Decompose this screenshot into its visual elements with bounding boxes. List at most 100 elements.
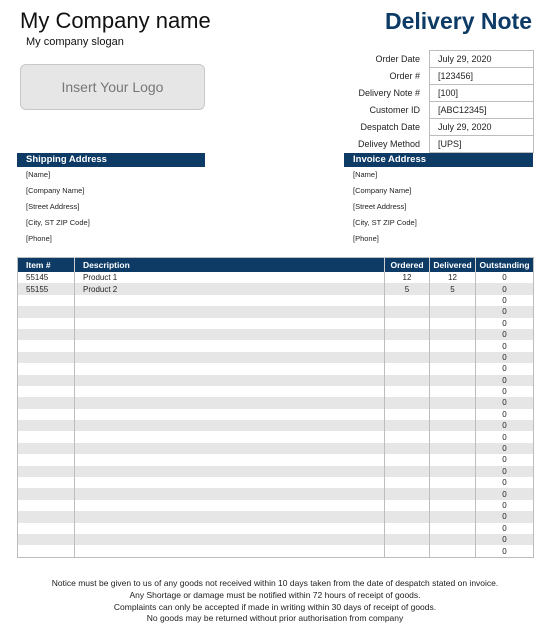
item-number-cell[interactable]: 55145 — [18, 272, 75, 283]
shipping-name[interactable]: [Name] — [17, 167, 205, 183]
delivered-cell[interactable] — [429, 442, 476, 455]
ordered-cell[interactable] — [384, 545, 430, 558]
description-cell[interactable] — [74, 340, 385, 352]
item-number-cell[interactable] — [18, 523, 75, 534]
description-cell[interactable]: Product 2 — [74, 283, 385, 295]
delivered-cell[interactable] — [429, 306, 476, 318]
outstanding-cell[interactable]: 0 — [475, 340, 534, 352]
outstanding-cell[interactable]: 0 — [475, 477, 534, 489]
outstanding-cell[interactable]: 0 — [475, 294, 534, 307]
delivered-cell[interactable] — [429, 499, 476, 512]
shipping-city-zip[interactable]: [City, ST ZIP Code] — [17, 215, 205, 231]
outstanding-cell[interactable]: 0 — [475, 511, 534, 523]
description-cell[interactable] — [74, 420, 385, 432]
description-cell[interactable] — [74, 477, 385, 489]
description-cell[interactable] — [74, 328, 385, 341]
delivered-cell[interactable] — [429, 374, 476, 386]
order-detail-value[interactable]: [123456] — [429, 67, 534, 85]
delivered-cell[interactable] — [429, 454, 476, 466]
invoice-street[interactable]: [Street Address] — [344, 199, 533, 215]
delivered-cell[interactable] — [429, 488, 476, 500]
item-number-cell[interactable] — [18, 409, 75, 420]
ordered-cell[interactable] — [384, 431, 430, 443]
description-cell[interactable] — [74, 351, 385, 364]
ordered-cell[interactable] — [384, 522, 430, 534]
description-cell[interactable] — [74, 499, 385, 512]
item-number-cell[interactable] — [17, 442, 75, 455]
description-cell[interactable] — [74, 465, 385, 478]
item-number-cell[interactable] — [18, 340, 75, 351]
description-cell[interactable] — [74, 545, 385, 558]
delivered-cell[interactable] — [429, 340, 476, 352]
ordered-cell[interactable] — [384, 420, 430, 432]
item-number-cell[interactable] — [18, 295, 75, 306]
outstanding-cell[interactable]: 0 — [475, 363, 534, 375]
outstanding-cell[interactable]: 0 — [475, 306, 534, 318]
outstanding-cell[interactable]: 0 — [475, 328, 534, 341]
ordered-cell[interactable]: 12 — [384, 272, 430, 284]
ordered-cell[interactable] — [384, 306, 430, 318]
item-number-cell[interactable] — [18, 363, 75, 374]
invoice-name[interactable]: [Name] — [344, 167, 533, 183]
description-cell[interactable] — [74, 511, 385, 523]
item-number-cell[interactable]: 55155 — [17, 283, 75, 295]
outstanding-cell[interactable]: 0 — [475, 351, 534, 364]
invoice-phone[interactable]: [Phone] — [344, 231, 533, 247]
ordered-cell[interactable] — [384, 442, 430, 455]
invoice-company[interactable]: [Company Name] — [344, 183, 533, 199]
description-cell[interactable] — [74, 408, 385, 421]
description-cell[interactable] — [74, 374, 385, 386]
description-cell[interactable] — [74, 306, 385, 318]
description-cell[interactable] — [74, 397, 385, 409]
item-number-cell[interactable] — [17, 488, 75, 500]
delivered-cell[interactable]: 12 — [429, 272, 476, 284]
outstanding-cell[interactable]: 0 — [475, 408, 534, 421]
ordered-cell[interactable] — [384, 397, 430, 409]
outstanding-cell[interactable]: 0 — [475, 431, 534, 443]
description-cell[interactable] — [74, 294, 385, 307]
delivered-cell[interactable] — [429, 385, 476, 398]
item-number-cell[interactable] — [17, 420, 75, 432]
description-cell[interactable] — [74, 442, 385, 455]
outstanding-cell[interactable]: 0 — [475, 488, 534, 500]
ordered-cell[interactable] — [384, 477, 430, 489]
delivered-cell[interactable] — [429, 477, 476, 489]
outstanding-cell[interactable]: 0 — [475, 522, 534, 534]
outstanding-cell[interactable]: 0 — [475, 533, 534, 546]
shipping-street[interactable]: [Street Address] — [17, 199, 205, 215]
ordered-cell[interactable]: 5 — [384, 283, 430, 295]
item-number-cell[interactable] — [17, 465, 75, 478]
description-cell[interactable] — [74, 431, 385, 443]
delivered-cell[interactable] — [429, 351, 476, 364]
delivered-cell[interactable] — [429, 317, 476, 329]
outstanding-cell[interactable]: 0 — [475, 545, 534, 558]
ordered-cell[interactable] — [384, 454, 430, 466]
delivered-cell[interactable] — [429, 294, 476, 307]
item-number-cell[interactable] — [17, 351, 75, 364]
delivered-cell[interactable] — [429, 522, 476, 534]
shipping-phone[interactable]: [Phone] — [17, 231, 205, 247]
description-cell[interactable] — [74, 533, 385, 546]
delivered-cell[interactable] — [429, 397, 476, 409]
invoice-city-zip[interactable]: [City, ST ZIP Code] — [344, 215, 533, 231]
outstanding-cell[interactable]: 0 — [475, 272, 534, 284]
order-detail-value[interactable]: July 29, 2020 — [429, 50, 534, 68]
order-detail-value[interactable]: [100] — [429, 84, 534, 102]
description-cell[interactable] — [74, 385, 385, 398]
delivered-cell[interactable] — [429, 533, 476, 546]
description-cell[interactable]: Product 1 — [74, 272, 385, 284]
item-number-cell[interactable] — [18, 477, 75, 488]
delivered-cell[interactable]: 5 — [429, 283, 476, 295]
description-cell[interactable] — [74, 317, 385, 329]
ordered-cell[interactable] — [384, 385, 430, 398]
logo-placeholder[interactable]: Insert Your Logo — [20, 64, 205, 110]
delivered-cell[interactable] — [429, 420, 476, 432]
outstanding-cell[interactable]: 0 — [475, 454, 534, 466]
ordered-cell[interactable] — [384, 328, 430, 341]
outstanding-cell[interactable]: 0 — [475, 499, 534, 512]
delivered-cell[interactable] — [429, 545, 476, 558]
item-number-cell[interactable] — [18, 318, 75, 329]
delivered-cell[interactable] — [429, 408, 476, 421]
item-number-cell[interactable] — [17, 328, 75, 341]
ordered-cell[interactable] — [384, 511, 430, 523]
